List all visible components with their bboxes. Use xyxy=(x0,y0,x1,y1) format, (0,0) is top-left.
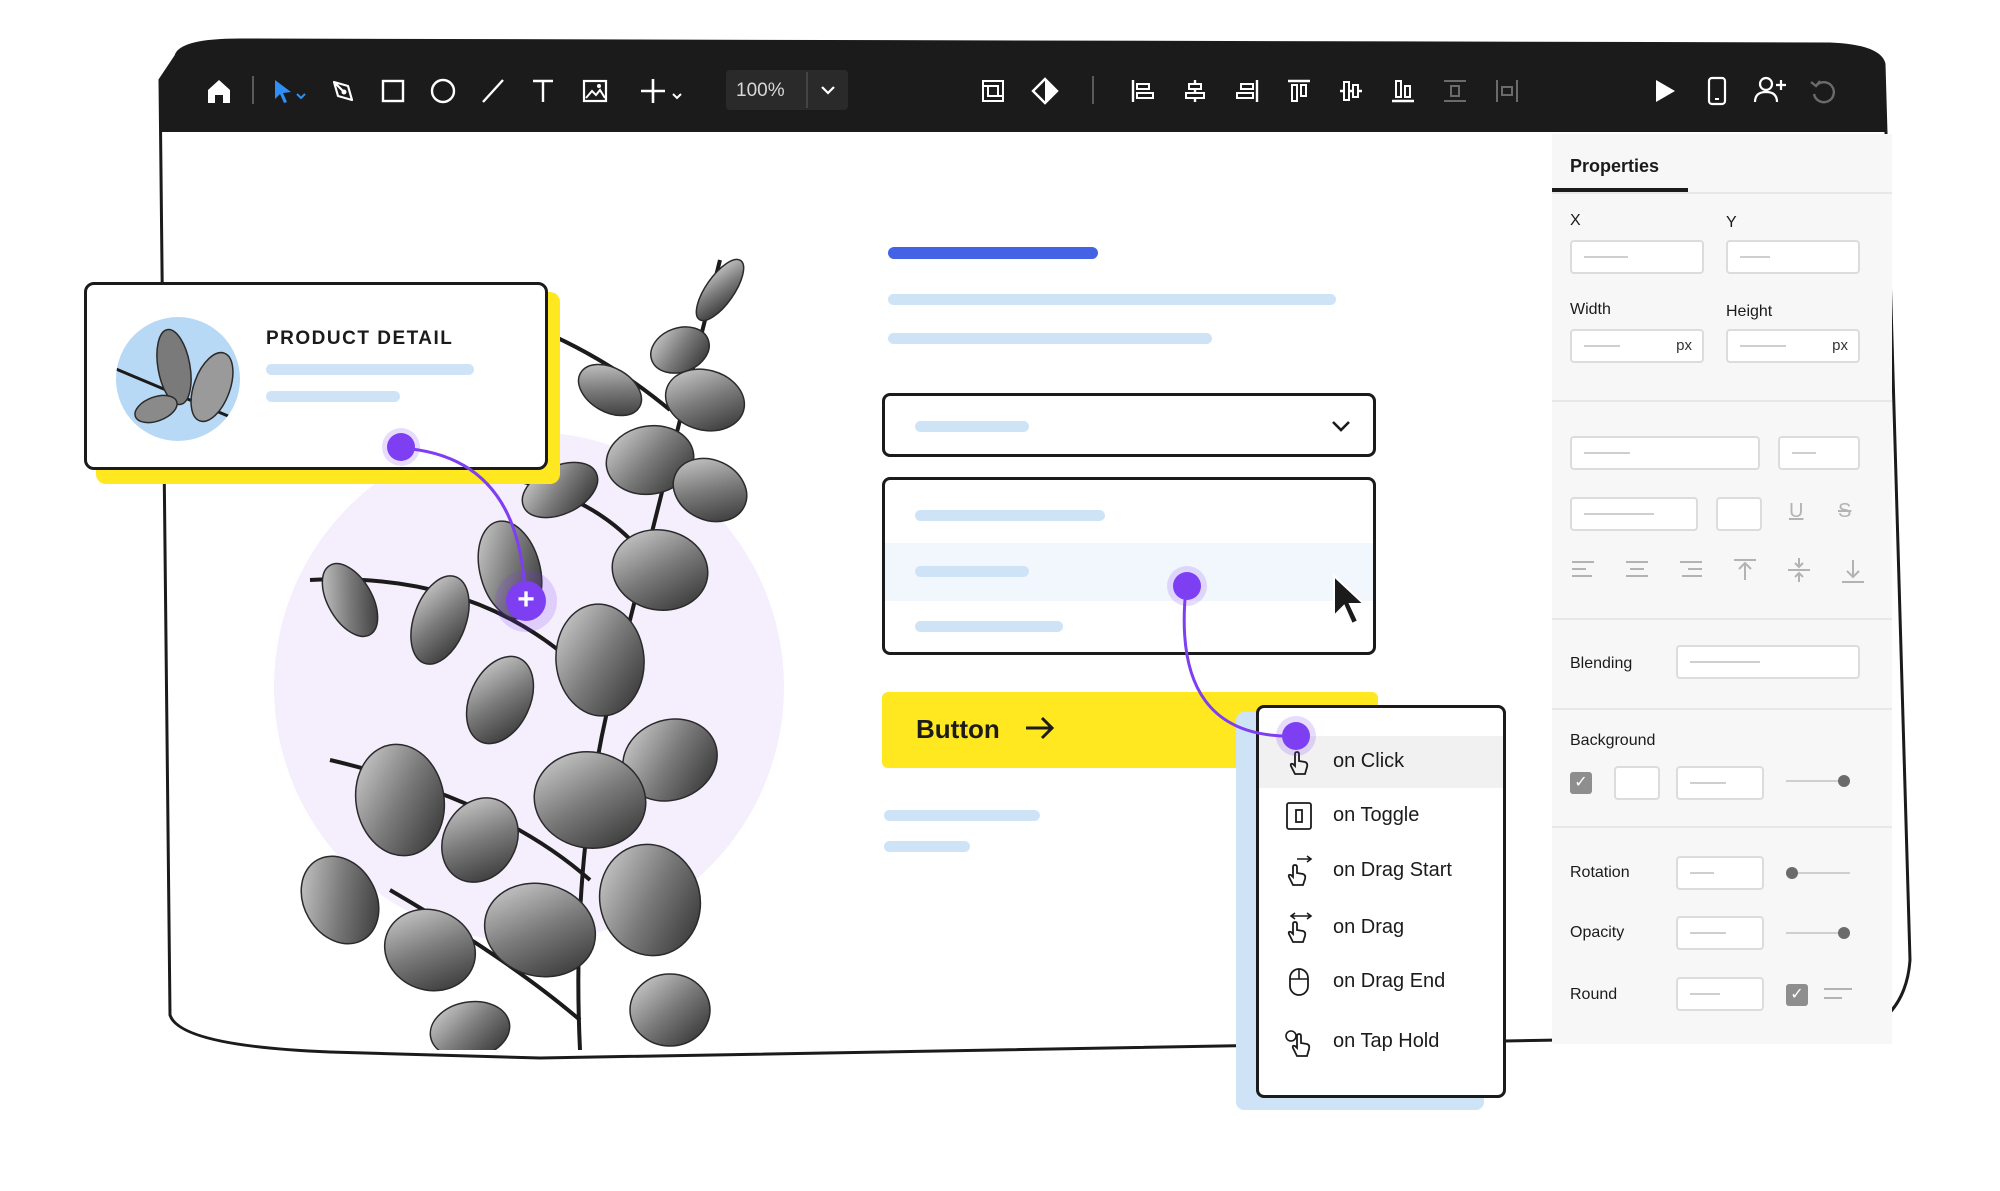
link-handle[interactable] xyxy=(1282,722,1310,750)
link-handle[interactable] xyxy=(1173,572,1201,600)
prototype-links xyxy=(399,446,1297,738)
add-link-button[interactable]: + xyxy=(506,581,546,621)
link-handle[interactable] xyxy=(387,433,415,461)
